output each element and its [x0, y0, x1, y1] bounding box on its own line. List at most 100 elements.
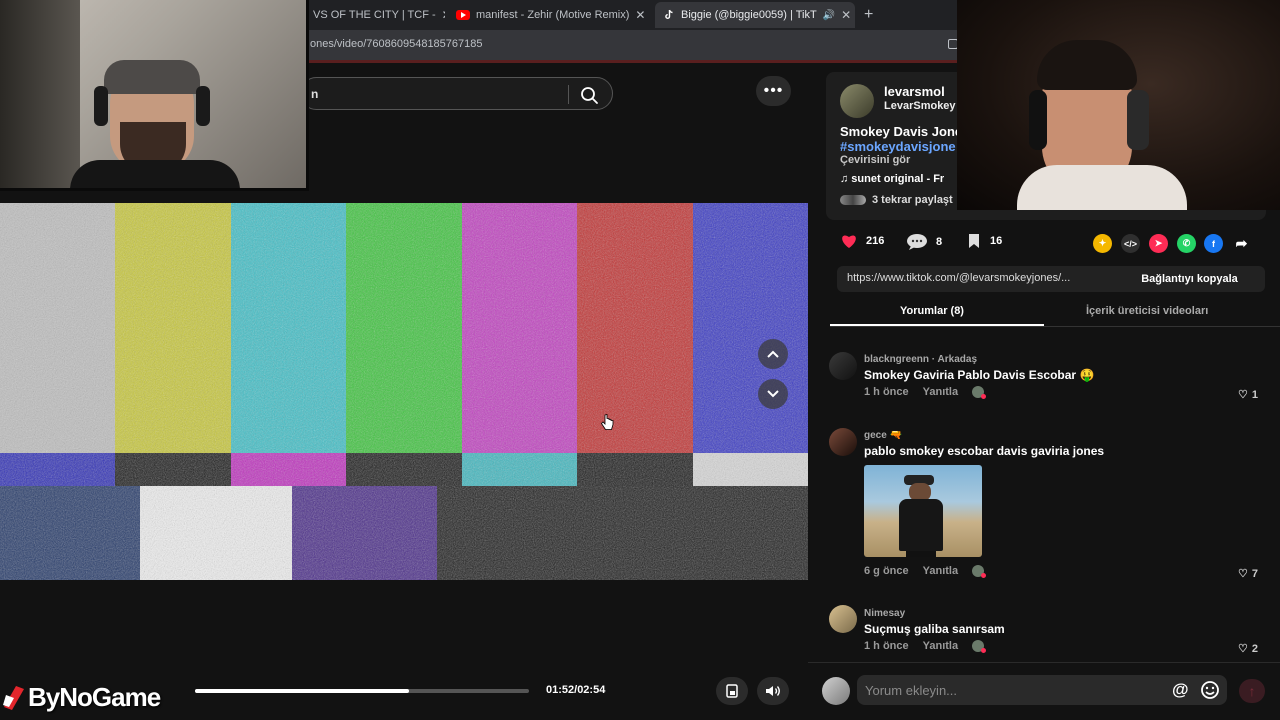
bookmark-icon — [969, 234, 979, 248]
comment-like-button[interactable]: ♡ 2 — [1238, 642, 1258, 656]
comment-like-button[interactable]: ♡ 7 — [1238, 567, 1258, 581]
url-text[interactable]: ones/video/7608609548185767185 — [310, 38, 483, 50]
video-link[interactable]: https://www.tiktok.com/@levarsmokeyjones… — [847, 272, 1070, 284]
send-icon[interactable]: ➤ — [1149, 234, 1168, 253]
comment-author[interactable]: Nimesay — [864, 608, 905, 619]
creator-liked-avatar — [972, 565, 987, 578]
webcam-left — [0, 0, 309, 191]
comment-avatar[interactable] — [829, 352, 857, 380]
tiktok-icon — [665, 9, 673, 19]
channel-watermark: ByNoGame — [2, 682, 161, 713]
bynogame-logo-icon — [3, 685, 24, 710]
tab-creator-videos[interactable]: İçerik üreticisi videoları — [1086, 305, 1208, 317]
tab-active-indicator — [830, 324, 1044, 326]
search-input[interactable]: n — [311, 87, 318, 101]
time-display: 01:52/02:54 — [546, 684, 606, 696]
more-options-button[interactable]: ••• — [756, 76, 791, 106]
tab-title: VS OF THE CITY | TCF - — [313, 9, 436, 21]
repost-avatars — [840, 195, 866, 205]
music-link[interactable]: ♫ sunet original - Fr — [840, 173, 944, 185]
save-button[interactable]: 16 — [966, 233, 1002, 249]
pip-button[interactable] — [716, 677, 748, 705]
comment-meta: 6 g önce Yanıtla — [864, 565, 987, 578]
picture-in-picture-icon — [726, 684, 738, 698]
comment-author[interactable]: gece 🔫 — [864, 430, 902, 441]
browser-tab[interactable]: VS OF THE CITY | TCF - ✕ — [305, 2, 445, 28]
embed-icon[interactable]: </> — [1121, 234, 1140, 253]
translate-link[interactable]: Çevirisini gör — [840, 154, 910, 166]
close-icon[interactable]: ✕ — [841, 8, 851, 22]
like-count: 216 — [866, 235, 885, 247]
reply-button[interactable]: Yanıtla — [923, 386, 958, 398]
hand-cursor-icon — [600, 414, 614, 430]
search-box[interactable]: n — [300, 77, 613, 110]
tab-title: Biggie (@biggie0059) | TikT — [681, 9, 817, 21]
heart-outline-icon: ♡ — [1238, 389, 1248, 401]
comment-time: 1 h önce — [864, 640, 909, 652]
new-tab-button[interactable]: + — [864, 6, 873, 24]
comment-like-count: 1 — [1251, 388, 1258, 401]
comment-avatar[interactable] — [829, 605, 857, 633]
comment-like-button[interactable]: ♡ 1 — [1238, 388, 1258, 402]
volume-button[interactable] — [757, 677, 789, 705]
volume-icon — [766, 686, 780, 696]
hashtag-link[interactable]: #smokeydavisjone — [840, 139, 956, 154]
comment-text: Suçmuş galiba sanırsam — [864, 622, 1005, 636]
creator-liked-avatar — [972, 386, 987, 399]
screen: VS OF THE CITY | TCF - ✕ manifest - Zehi… — [0, 0, 1280, 720]
more-icon: ••• — [763, 82, 784, 99]
tab-comments[interactable]: Yorumlar (8) — [900, 305, 964, 317]
comment-text: Smokey Gaviria Pablo Davis Escobar 🤑 — [864, 368, 1095, 382]
search-divider — [568, 85, 569, 104]
mention-icon[interactable]: @ — [1172, 680, 1189, 700]
arrow-up-icon: ↑ — [1248, 683, 1256, 699]
comment-count: 8 — [936, 236, 943, 248]
next-video-button[interactable] — [758, 379, 788, 409]
comment-icon — [907, 234, 927, 250]
speaker-icon[interactable]: 🔊 — [823, 10, 835, 21]
heart-outline-icon: ♡ — [1238, 568, 1248, 580]
tab-divider — [830, 326, 1280, 327]
author-avatar[interactable] — [840, 84, 874, 118]
creator-liked-avatar — [972, 640, 987, 653]
video-player[interactable] — [0, 203, 808, 580]
coin-icon[interactable]: ✦ — [1093, 234, 1112, 253]
chevron-up-icon — [767, 350, 779, 358]
youtube-icon — [456, 10, 470, 20]
browser-tab-active[interactable]: Biggie (@biggie0059) | TikT 🔊 ✕ — [655, 2, 855, 28]
comment-avatar[interactable] — [829, 428, 857, 456]
like-button[interactable]: 216 — [840, 233, 884, 249]
watermark-text: ByNoGame — [28, 682, 161, 712]
comment-button[interactable]: 8 — [906, 233, 942, 251]
emoji-icon[interactable] — [1200, 680, 1220, 700]
facebook-icon[interactable]: f — [1204, 234, 1223, 253]
comment-text: pablo smokey escobar davis gaviria jones — [864, 444, 1105, 458]
close-icon[interactable]: ✕ — [635, 8, 645, 22]
webcam-right — [957, 0, 1280, 210]
previous-video-button[interactable] — [758, 339, 788, 369]
post-comment-button[interactable]: ↑ — [1239, 679, 1265, 703]
comment-author[interactable]: blackngreenn · Arkadaş — [864, 354, 977, 365]
comment-time: 1 h önce — [864, 386, 909, 398]
heart-icon — [842, 235, 856, 248]
share-arrow-icon[interactable]: ➦ — [1232, 234, 1251, 253]
progress-bar[interactable] — [195, 689, 529, 693]
search-icon[interactable] — [578, 84, 600, 106]
browser-tab[interactable]: manifest - Zehir (Motive Remix) ✕ — [448, 2, 646, 28]
progress-fill — [195, 689, 409, 693]
comment-image[interactable] — [864, 465, 982, 557]
reposts-text: 3 tekrar paylaşt — [872, 194, 953, 206]
current-user-avatar — [822, 677, 850, 705]
post-description: Smokey Davis Jone — [840, 124, 963, 139]
reposts-row[interactable]: 3 tekrar paylaşt — [840, 194, 953, 206]
comment-like-count: 2 — [1251, 642, 1258, 655]
whatsapp-icon[interactable]: ✆ — [1177, 234, 1196, 253]
copy-link-button[interactable]: Bağlantıyı kopyala — [1114, 266, 1265, 292]
close-icon[interactable]: ✕ — [442, 8, 445, 22]
reply-button[interactable]: Yanıtla — [923, 565, 958, 577]
author-username[interactable]: levarsmol — [884, 84, 945, 99]
save-count: 16 — [990, 235, 1003, 247]
reply-button[interactable]: Yanıtla — [923, 640, 958, 652]
chevron-down-icon — [767, 390, 779, 398]
author-handle[interactable]: LevarSmokey — [884, 100, 956, 112]
